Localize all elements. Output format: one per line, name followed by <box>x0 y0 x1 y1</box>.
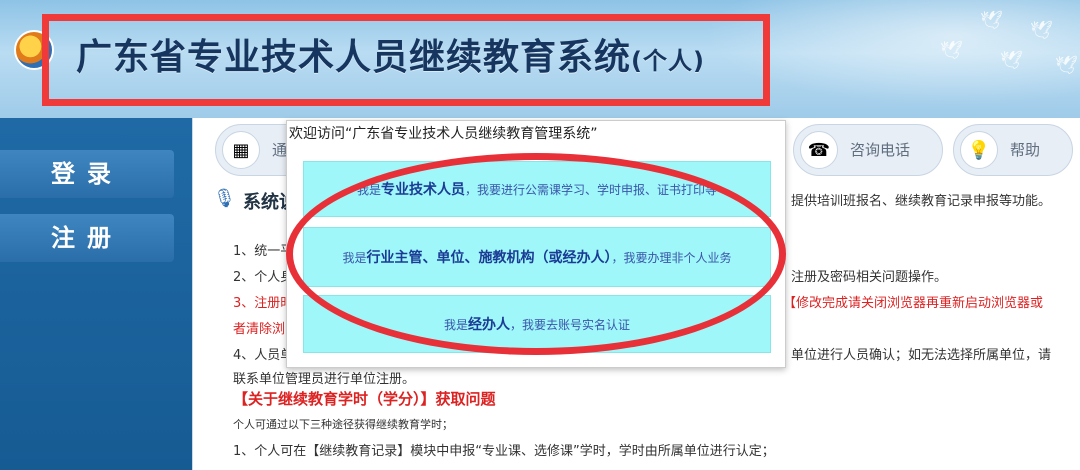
login-button[interactable]: 登录 <box>0 150 174 198</box>
sidebar: 登录 注册 <box>0 118 192 470</box>
register-button[interactable]: 注册 <box>0 214 174 262</box>
highlight-ellipse <box>286 153 786 355</box>
notice-line: 4、人员单 <box>233 348 294 363</box>
tab-phone-label: 咨询电话 <box>850 141 911 159</box>
notice-line: 2、个人身 <box>233 270 294 285</box>
dialog-title: 欢迎访问“广东省专业技术人员继续教育管理系统” <box>289 126 598 142</box>
microphone-icon: 🎙 <box>213 188 236 209</box>
notice-line: 【修改完成请关闭浏览器再重新启动浏览器或 <box>783 296 1044 311</box>
notice-line: 注册及密码相关问题操作。 <box>791 270 948 285</box>
bird-icon: 🕊 <box>1000 50 1023 71</box>
section-line: 个人可通过以下三种途径获得继续教育学时； <box>233 418 453 431</box>
section-line: 1、个人可在【继续教育记录】模块中申报“专业课、选修课”学时，学时由所属单位进行… <box>233 444 775 459</box>
notice-icon: ▦ <box>222 131 260 169</box>
notice-line: 联系单位管理员进行单位注册。 <box>233 372 416 387</box>
bird-icon: 🕊 <box>980 10 1003 31</box>
phone-icon: ☎ <box>800 131 838 169</box>
watermark-text: 会计网 KUAIJI.COM <box>1001 436 1068 464</box>
site-header: 🕊 🕊 🕊 🕊 🕊 广东省专业技术人员继续教育系统(个人) <box>0 0 1080 118</box>
title-highlight-box <box>42 14 770 106</box>
watermark-line1: 会计网 <box>1000 436 1037 450</box>
notice-line: 者清除浏 <box>233 322 286 337</box>
watermark: K 会计网 KUAIJI.COM <box>970 436 1068 464</box>
tab-help-label: 帮助 <box>1010 141 1041 159</box>
tab-notice-label: 通 <box>272 141 288 159</box>
watermark-logo: K <box>970 437 997 463</box>
notice-line: 3、注册时 <box>233 296 294 311</box>
bird-icon: 🕊 <box>940 40 963 61</box>
watermark-line2: KUAIJI.COM <box>1000 450 1068 464</box>
notice-line: 提供培训班报名、继续教育记录申报等功能。 <box>791 194 1052 209</box>
bird-icon: 🕊 <box>1030 20 1053 41</box>
lightbulb-icon: 💡 <box>960 131 998 169</box>
tab-phone[interactable]: ☎ 咨询电话 <box>793 124 943 176</box>
notice-line: 单位进行人员确认；如无法选择所属单位，请 <box>791 348 1052 363</box>
bird-icon: 🕊 <box>1055 55 1078 76</box>
section-title: 【关于继续教育学时（学分）】获取问题 <box>233 390 496 408</box>
notice-line: 1、统一平 <box>233 244 294 259</box>
tab-help[interactable]: 💡 帮助 <box>953 124 1073 176</box>
